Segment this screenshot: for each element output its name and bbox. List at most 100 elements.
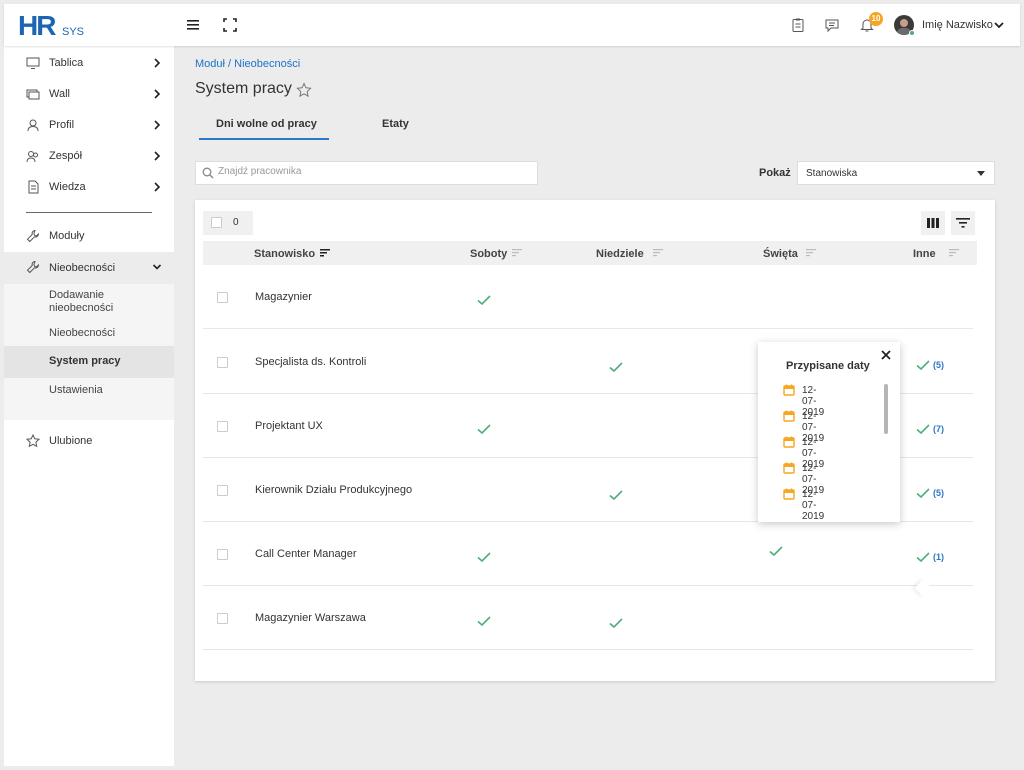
show-select[interactable]: Stanowiska [797, 161, 995, 185]
column-header-niedziele[interactable]: Niedziele [596, 248, 644, 260]
sidebar-item-label: Moduły [49, 230, 85, 242]
check-icon [477, 295, 491, 305]
sidebar-subitem-system-pracy[interactable]: System pracy [4, 346, 174, 378]
notification-badge: 10 [869, 12, 883, 26]
hamburger-menu-icon[interactable] [186, 17, 202, 33]
calendar-icon [783, 436, 795, 448]
chat-icon[interactable] [824, 17, 840, 33]
chevron-right-icon [154, 151, 161, 161]
close-icon[interactable] [880, 349, 892, 361]
position-name: Magazynier [255, 291, 312, 303]
sort-icon[interactable] [512, 249, 522, 257]
sidebar-subitem-ustawienia[interactable]: Ustawienia [4, 384, 174, 400]
calendar-icon [783, 384, 795, 396]
columns-view-button[interactable] [921, 211, 945, 235]
caret-down-icon [977, 171, 985, 176]
sidebar-item-zespol[interactable]: Zespół [4, 141, 174, 171]
show-label: Pokaż [759, 167, 791, 179]
column-header-swieta[interactable]: Święta [763, 248, 798, 260]
position-name: Projektant UX [255, 420, 323, 432]
popup-scrollbar[interactable] [884, 384, 888, 434]
check-icon [609, 618, 623, 628]
search-box [195, 161, 538, 185]
check-icon [916, 552, 930, 562]
sort-icon[interactable] [806, 249, 816, 257]
check-icon [609, 362, 623, 372]
position-name: Magazynier Warszawa [255, 612, 366, 624]
user-name[interactable]: Imię Nazwisko [922, 19, 993, 31]
other-dates-count[interactable]: (5) [933, 360, 944, 370]
favorite-star-icon[interactable] [296, 82, 312, 98]
sidebar-item-nieobecnosci[interactable]: Nieobecności [4, 252, 174, 284]
chevron-down-icon [152, 264, 162, 270]
tab-etaty[interactable]: Etaty [382, 118, 409, 130]
document-icon [28, 180, 39, 194]
sort-active-icon[interactable] [320, 249, 330, 257]
fullscreen-icon[interactable] [222, 17, 238, 33]
monitor-icon [26, 57, 40, 69]
search-icon [202, 167, 214, 179]
active-tab-indicator [199, 138, 329, 140]
row-checkbox[interactable] [217, 485, 228, 496]
check-icon [477, 616, 491, 626]
check-icon [609, 490, 623, 500]
star-icon [26, 434, 40, 448]
chevron-right-icon [154, 182, 161, 192]
column-header-stanowisko[interactable]: Stanowisko [254, 248, 315, 260]
logo-text: HR [18, 10, 56, 41]
sidebar-subitem-label: System pracy [49, 355, 121, 367]
table-row[interactable]: Magazynier Warszawa [203, 586, 973, 650]
sidebar-item-wall[interactable]: Wall [4, 79, 174, 109]
row-checkbox[interactable] [217, 549, 228, 560]
chevron-down-icon[interactable] [994, 21, 1004, 29]
sidebar-subitem-label: Ustawienia [49, 384, 103, 396]
wrench-icon [26, 229, 40, 243]
clipboard-icon[interactable] [790, 17, 806, 33]
calendar-icon [783, 462, 795, 474]
breadcrumb[interactable]: Moduł / Nieobecności [195, 58, 300, 70]
row-checkbox[interactable] [217, 421, 228, 432]
notification-count: 10 [871, 14, 881, 23]
calendar-icon [783, 488, 795, 500]
sidebar-subitem-label: Dodawanie nieobecności [49, 289, 114, 314]
column-header-inne[interactable]: Inne [913, 248, 936, 260]
row-checkbox[interactable] [217, 613, 228, 624]
sidebar-item-ulubione[interactable]: Ulubione [4, 426, 174, 456]
other-dates-count[interactable]: (7) [933, 424, 944, 434]
sort-icon[interactable] [653, 249, 663, 257]
sidebar-item-profil[interactable]: Profil [4, 110, 174, 140]
sidebar-item-label: Zespół [49, 150, 83, 162]
sort-icon[interactable] [949, 249, 959, 257]
other-dates-count[interactable]: (5) [933, 488, 944, 498]
show-select-value: Stanowiska [806, 168, 858, 179]
table-row[interactable]: Magazynier [203, 265, 973, 329]
hrsys-logo[interactable]: HR SYS [18, 10, 98, 41]
sidebar-item-tablica[interactable]: Tablica [4, 48, 174, 78]
check-icon [916, 488, 930, 498]
position-name: Kierownik Działu Produkcyjnego [255, 484, 413, 496]
user-icon [27, 119, 39, 132]
tab-dni-wolne[interactable]: Dni wolne od pracy [216, 118, 317, 130]
row-checkbox[interactable] [217, 357, 228, 368]
online-status-dot [909, 30, 915, 36]
sidebar-item-label: Ulubione [49, 435, 93, 447]
calendar-icon [783, 410, 795, 422]
sidebar-item-label: Wall [49, 88, 70, 100]
columns-icon [927, 218, 939, 228]
search-input[interactable] [218, 166, 518, 177]
sidebar-item-moduly[interactable]: Moduły [4, 221, 174, 251]
sidebar-subitem-dodawanie[interactable]: Dodawanie nieobecności [4, 289, 174, 319]
select-all-checkbox[interactable] [211, 217, 222, 228]
filter-button[interactable] [951, 211, 975, 235]
sidebar-item-label: Nieobecności [49, 262, 116, 274]
sidebar: Tablica Wall Profil Zespół Wiedza Moduły… [4, 46, 174, 766]
sidebar-item-wiedza[interactable]: Wiedza [4, 172, 174, 202]
table-row[interactable]: Call Center Manager (1) [203, 522, 973, 586]
other-dates-count[interactable]: (1) [933, 552, 944, 562]
sidebar-subitem-nieobecnosci[interactable]: Nieobecności [4, 327, 174, 343]
row-checkbox[interactable] [217, 292, 228, 303]
team-icon [26, 151, 38, 163]
select-all-box: 0 [203, 211, 253, 235]
column-header-soboty[interactable]: Soboty [470, 248, 507, 260]
check-icon [477, 552, 491, 562]
